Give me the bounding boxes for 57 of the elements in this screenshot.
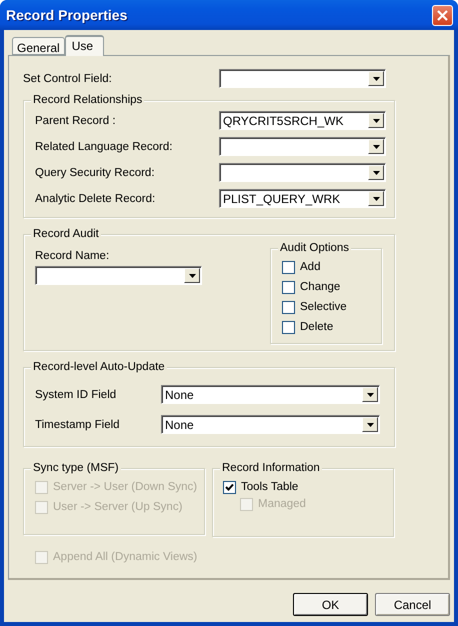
caret-icon: [372, 76, 380, 80]
field-label: Set Control Field:: [23, 72, 113, 84]
dropdown-field[interactable]: PLIST_QUERY_WRK: [219, 189, 386, 208]
caret-icon: [366, 422, 374, 426]
window-title: Record Properties: [6, 7, 128, 23]
dropdown-button[interactable]: [368, 139, 384, 154]
caret-icon: [372, 118, 380, 122]
dialog-button[interactable]: OK: [293, 593, 368, 616]
dropdown-button[interactable]: [368, 113, 384, 128]
checkbox[interactable]: [223, 480, 236, 494]
checkbox-label: User -> Server (Up Sync): [53, 501, 182, 513]
close-button[interactable]: [432, 4, 453, 26]
caret-icon: [366, 392, 374, 396]
dropdown-button[interactable]: [368, 71, 384, 86]
dropdown-field[interactable]: [219, 69, 386, 88]
dropdown-field[interactable]: QRYCRIT5SRCH_WK: [219, 111, 386, 130]
caret-icon: [372, 196, 380, 200]
dropdown-button[interactable]: [362, 387, 378, 402]
checkbox-label: Append All (Dynamic Views): [53, 551, 198, 563]
checkbox-label: Selective: [300, 301, 347, 313]
close-icon: [437, 10, 448, 20]
checkbox-label: Server -> User (Down Sync): [53, 481, 198, 493]
group-title: Record-level Auto-Update: [31, 360, 167, 374]
caret-icon: [372, 170, 380, 174]
dropdown-button[interactable]: [368, 165, 384, 180]
tab[interactable]: Use: [64, 35, 104, 56]
checkbox[interactable]: [282, 280, 295, 294]
checkbox[interactable]: [282, 320, 295, 334]
tab[interactable]: General: [12, 37, 65, 55]
dropdown-field[interactable]: [219, 163, 386, 182]
field-label: Parent Record :: [35, 114, 117, 126]
dropdown-button[interactable]: [368, 191, 384, 206]
checkbox[interactable]: [282, 260, 295, 274]
field-label: System ID Field: [35, 388, 118, 400]
checkbox-label: Change: [300, 281, 340, 293]
group-title: Sync type (MSF): [31, 461, 121, 475]
dropdown-field[interactable]: None: [161, 415, 380, 434]
field-label: Query Security Record:: [35, 166, 156, 178]
dropdown-button[interactable]: [184, 268, 200, 283]
caret-icon: [188, 274, 196, 278]
field-label: Related Language Record:: [35, 140, 174, 152]
caret-icon: [372, 144, 380, 148]
dropdown-field[interactable]: [219, 137, 386, 156]
field-label: Record Name:: [35, 250, 110, 262]
checkbox-label: Tools Table: [241, 481, 298, 493]
dialog-button[interactable]: Cancel: [375, 593, 450, 616]
dropdown-field[interactable]: [35, 266, 202, 285]
checkbox-label: Add: [300, 261, 320, 273]
field-label: Analytic Delete Record:: [35, 192, 156, 204]
dropdown-field[interactable]: None: [161, 385, 380, 404]
group-title: Audit Options: [278, 241, 352, 255]
checkbox-label: Managed: [258, 498, 306, 510]
checkbox[interactable]: [282, 300, 295, 314]
checkbox-label: Delete: [300, 321, 334, 333]
group-title: Record Relationships: [31, 93, 144, 107]
field-label: Timestamp Field: [35, 418, 121, 430]
dropdown-button[interactable]: [362, 417, 378, 432]
